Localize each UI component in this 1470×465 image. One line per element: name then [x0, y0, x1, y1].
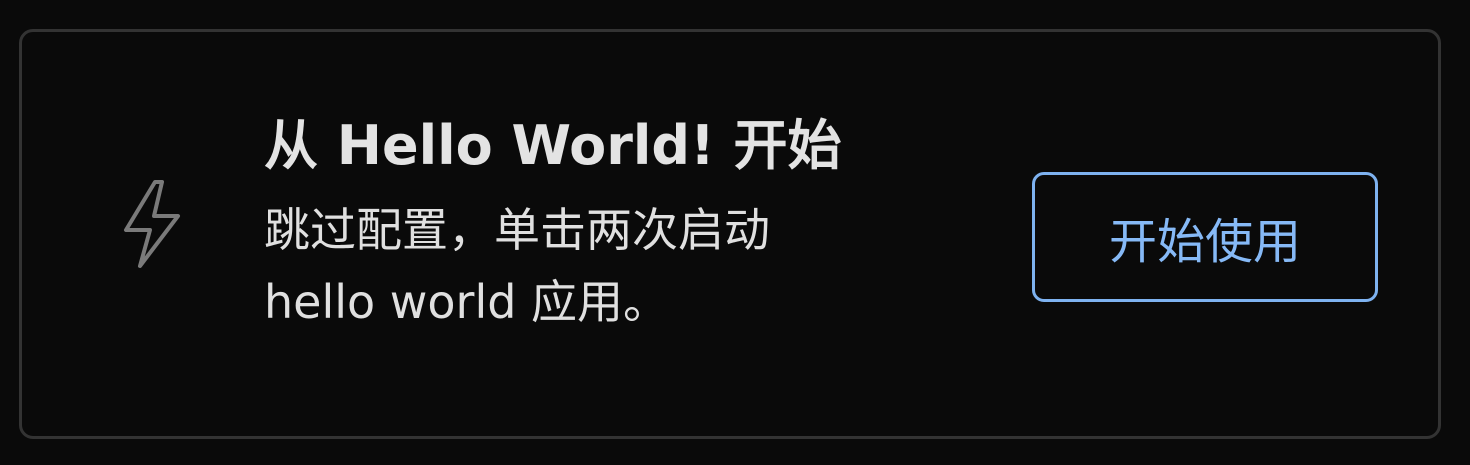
lightning-icon [122, 178, 182, 270]
card-title: 从 Hello World! 开始 [264, 114, 842, 177]
hello-world-card: 从 Hello World! 开始 跳过配置，单击两次启动 hello worl… [19, 29, 1441, 439]
card-description: 跳过配置，单击两次启动 hello world 应用。 [264, 194, 904, 338]
card-description-line-1: 跳过配置，单击两次启动 [264, 203, 770, 257]
get-started-button[interactable]: 开始使用 [1032, 172, 1378, 302]
card-text: 从 Hello World! 开始 跳过配置，单击两次启动 hello worl… [264, 110, 904, 338]
card-description-line-2: hello world 应用。 [264, 275, 670, 329]
